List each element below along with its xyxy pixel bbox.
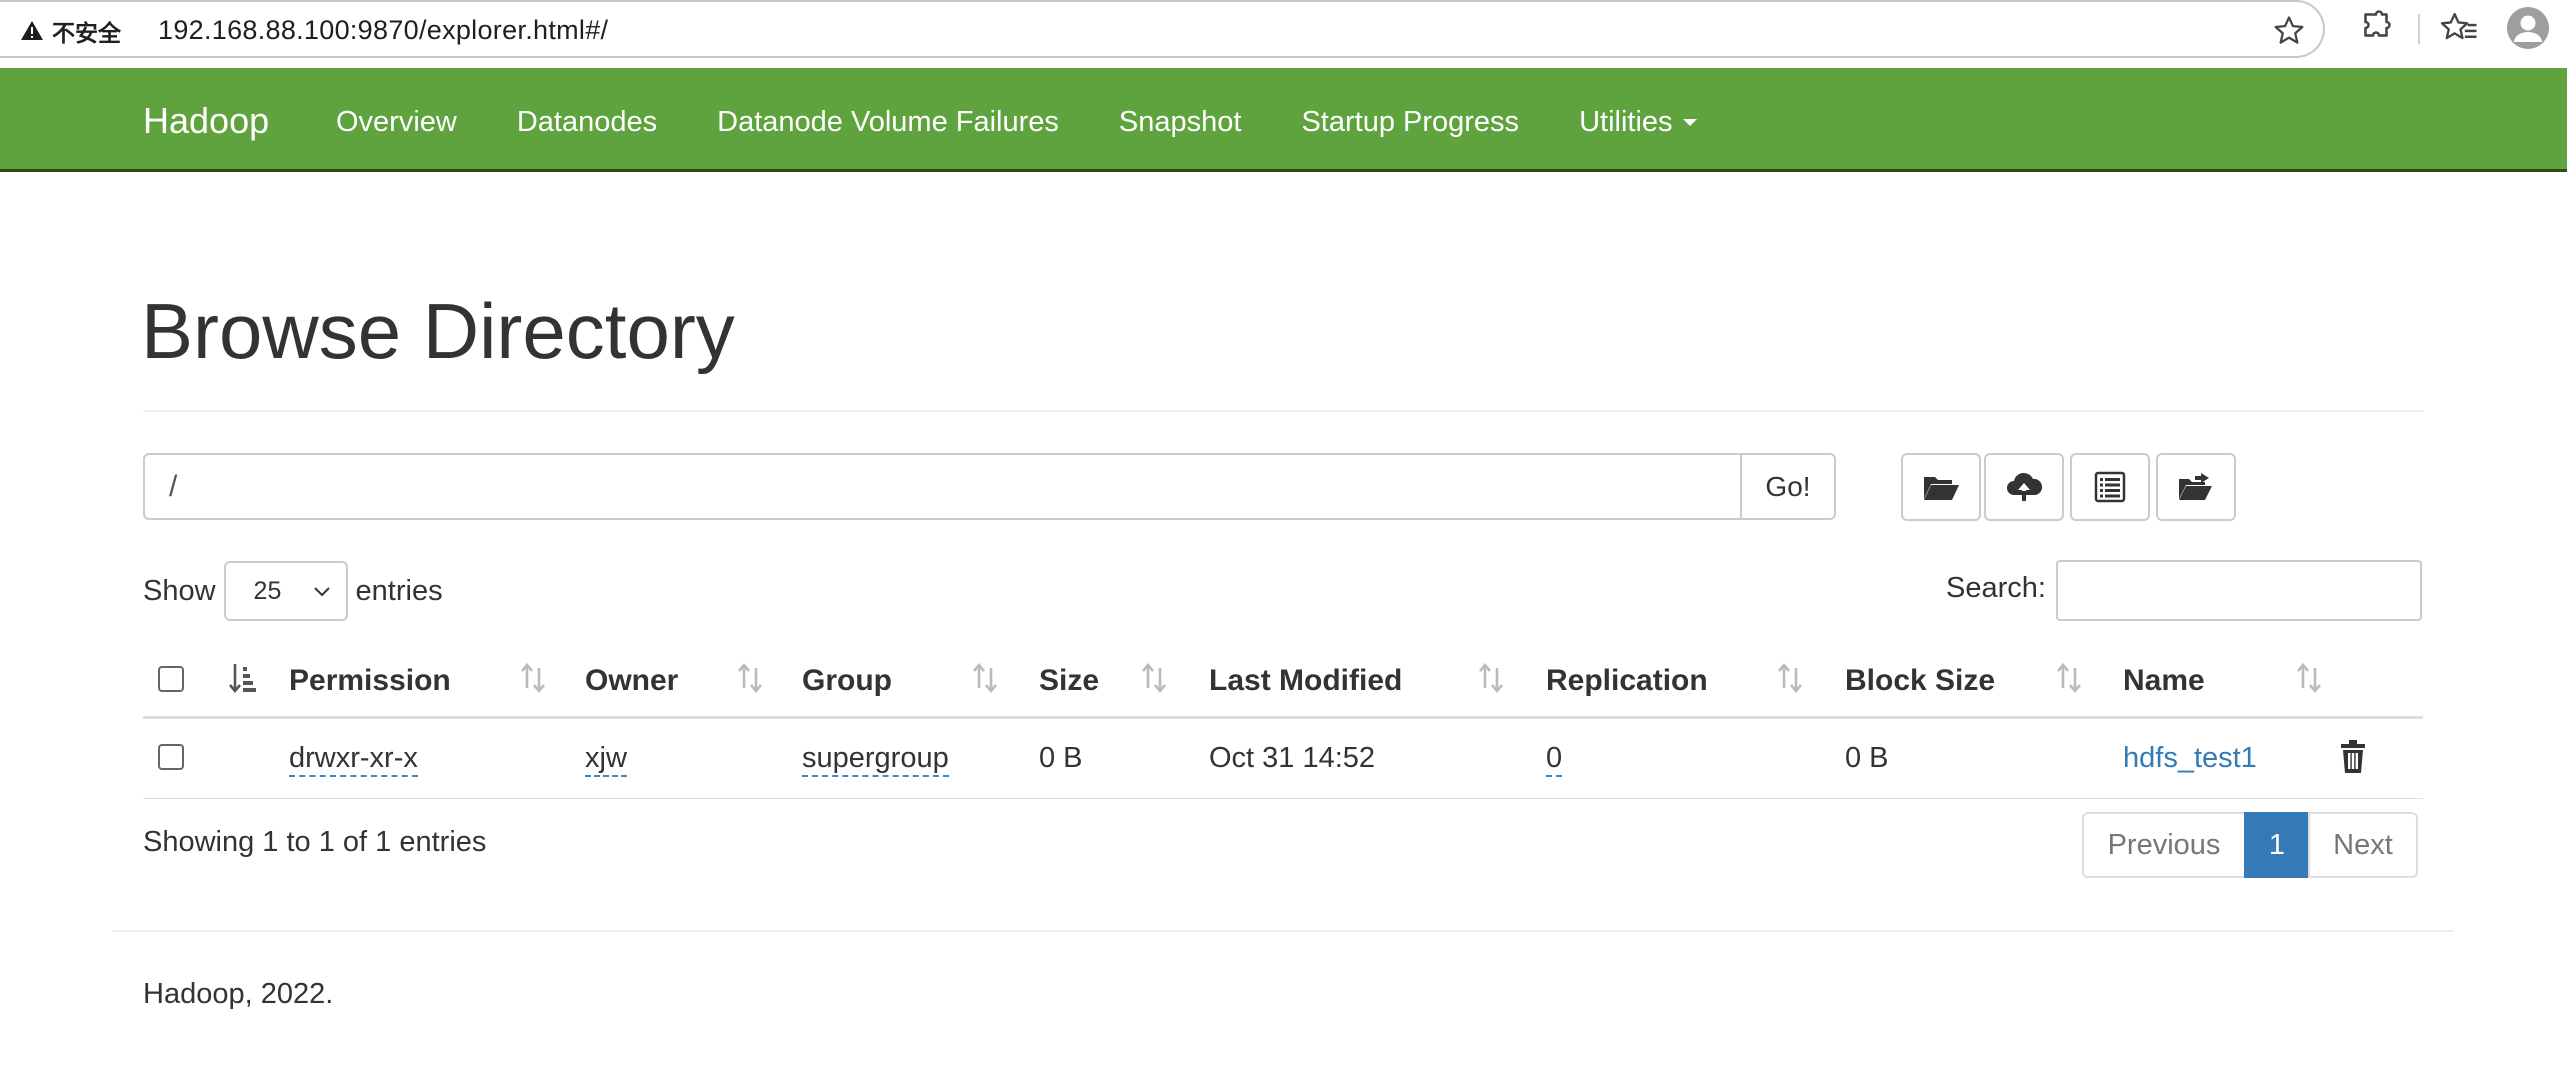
group-link[interactable]: supergroup — [802, 742, 949, 777]
sort-icon[interactable] — [1139, 660, 1169, 696]
nav-datanodes[interactable]: Datanodes — [517, 106, 657, 139]
search-input[interactable] — [2056, 560, 2422, 621]
browser-toolbar: 不安全 192.168.88.100:9870/explorer.html#/ — [0, 0, 2567, 62]
directory-table: Permission Owner Group Size Last Modifie… — [143, 640, 2423, 799]
table-row: drwxr-xr-x xjw supergroup 0 B Oct 31 14:… — [143, 719, 2423, 799]
replication-link[interactable]: 0 — [1546, 742, 1563, 777]
column-header-block-size[interactable]: Block Size — [1845, 664, 1995, 698]
list-alt-icon — [2094, 471, 2126, 503]
caret-down-icon — [1682, 119, 1697, 126]
sort-icon[interactable] — [2294, 660, 2324, 696]
file-name-link[interactable]: hdfs_test1 — [2123, 742, 2257, 775]
toolbar-divider — [2418, 14, 2420, 44]
go-button[interactable]: Go! — [1740, 453, 1836, 520]
warning-icon — [21, 21, 43, 40]
sort-active-icon[interactable] — [228, 660, 258, 696]
entries-per-page-select[interactable]: 25 — [223, 561, 348, 621]
cell-replication[interactable]: 0 — [1546, 742, 1563, 777]
footer-divider — [112, 930, 2454, 932]
row-select-checkbox[interactable] — [158, 744, 184, 770]
table-header: Permission Owner Group Size Last Modifie… — [143, 640, 2423, 719]
search-label: Search: — [1946, 572, 2046, 604]
table-info: Showing 1 to 1 of 1 entries — [143, 826, 487, 858]
address-bar[interactable]: 不安全 192.168.88.100:9870/explorer.html#/ — [0, 0, 2325, 58]
cell-group[interactable]: supergroup — [802, 742, 949, 777]
trash-icon[interactable] — [2339, 739, 2367, 775]
cell-last-modified: Oct 31 14:52 — [1209, 742, 1376, 774]
move-files-button[interactable] — [2156, 453, 2236, 521]
page-length-control: Show 25 entries — [143, 561, 443, 621]
nav-startup-progress[interactable]: Startup Progress — [1301, 106, 1519, 139]
nav-utilities-label: Utilities — [1579, 106, 1673, 138]
chevron-down-icon — [313, 587, 330, 597]
sort-icon[interactable] — [735, 660, 765, 696]
column-header-owner[interactable]: Owner — [585, 664, 678, 698]
brand-link[interactable]: Hadoop — [143, 100, 269, 142]
folder-open-icon — [1924, 477, 1959, 500]
sort-icon[interactable] — [1476, 660, 1506, 696]
profile-avatar-icon[interactable] — [2506, 6, 2550, 50]
extensions-puzzle-icon[interactable] — [2358, 10, 2394, 46]
column-header-name[interactable]: Name — [2123, 664, 2205, 698]
cell-size: 0 B — [1039, 742, 1083, 774]
cell-block-size: 0 B — [1845, 742, 1889, 774]
upload-files-button[interactable] — [1984, 453, 2064, 521]
url-text[interactable]: 192.168.88.100:9870/explorer.html#/ — [158, 15, 608, 46]
cell-owner[interactable]: xjw — [585, 742, 627, 777]
sort-icon[interactable] — [970, 660, 1000, 696]
column-header-group[interactable]: Group — [802, 664, 892, 698]
previous-page-button[interactable]: Previous — [2082, 812, 2246, 878]
nav-snapshot[interactable]: Snapshot — [1119, 106, 1242, 139]
top-navbar: Hadoop Overview Datanodes Datanode Volum… — [0, 68, 2567, 172]
sort-icon[interactable] — [2054, 660, 2084, 696]
column-header-replication[interactable]: Replication — [1546, 664, 1708, 698]
column-header-size[interactable]: Size — [1039, 664, 1099, 698]
folder-move-icon — [2179, 473, 2212, 500]
next-page-button[interactable]: Next — [2308, 812, 2418, 878]
sort-icon[interactable] — [518, 660, 548, 696]
nav-overview[interactable]: Overview — [336, 106, 457, 139]
column-header-permission[interactable]: Permission — [289, 664, 451, 698]
cut-paste-button[interactable] — [2070, 453, 2150, 521]
nav-datanode-volume-failures[interactable]: Datanode Volume Failures — [717, 106, 1059, 139]
nav-links: Overview Datanodes Datanode Volume Failu… — [336, 106, 1757, 139]
favorites-icon[interactable] — [2440, 10, 2478, 46]
title-divider — [143, 410, 2423, 412]
select-all-checkbox[interactable] — [158, 666, 184, 692]
footer-copyright: Hadoop, 2022. — [143, 978, 334, 1010]
page-title: Browse Directory — [141, 287, 735, 375]
pagination: Previous 1 Next — [2082, 812, 2418, 878]
entries-label: entries — [355, 574, 443, 607]
permission-link[interactable]: drwxr-xr-x — [289, 742, 418, 777]
page-1-button[interactable]: 1 — [2244, 812, 2310, 878]
entries-select-value: 25 — [253, 576, 282, 605]
column-header-last-modified[interactable]: Last Modified — [1209, 664, 1402, 698]
show-label: Show — [143, 574, 216, 607]
owner-link[interactable]: xjw — [585, 742, 627, 777]
nav-utilities-dropdown[interactable]: Utilities — [1579, 106, 1697, 139]
cloud-upload-icon — [2007, 472, 2043, 501]
sort-icon[interactable] — [1775, 660, 1805, 696]
cell-permission[interactable]: drwxr-xr-x — [289, 742, 418, 777]
security-label: 不安全 — [52, 20, 121, 46]
bookmark-star-icon[interactable] — [2272, 14, 2306, 48]
directory-path-input[interactable] — [143, 453, 1742, 520]
create-directory-button[interactable] — [1901, 453, 1981, 521]
security-indicator[interactable]: 不安全 — [20, 18, 121, 46]
